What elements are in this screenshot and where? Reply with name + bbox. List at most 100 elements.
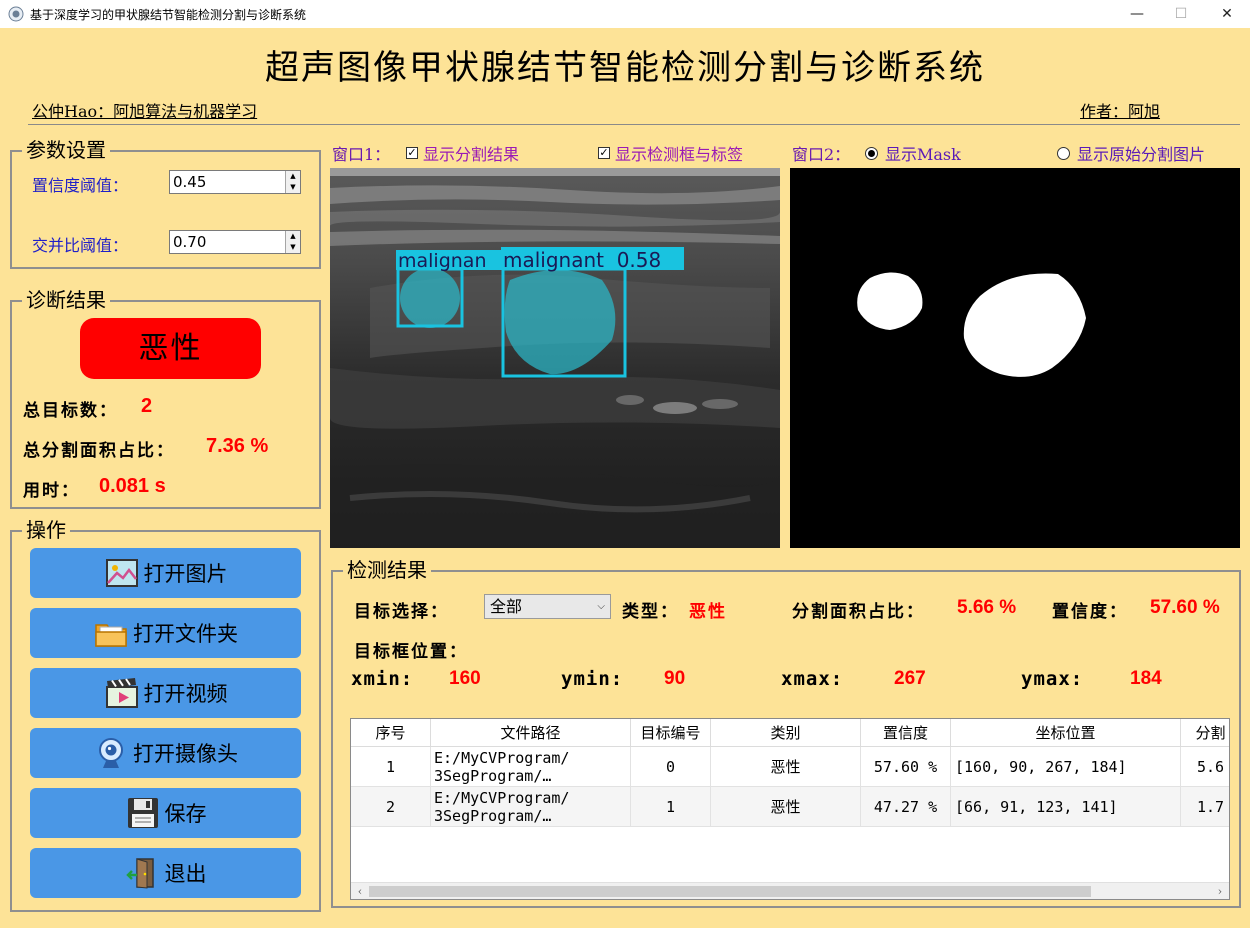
public-account-label: 公仲Hao：阿旭算法与机器学习 xyxy=(32,102,258,121)
area-label: 分割面积占比： xyxy=(792,602,925,622)
horizontal-scrollbar[interactable]: ‹ › xyxy=(351,882,1229,899)
scroll-right-icon[interactable]: › xyxy=(1212,884,1228,899)
area-ratio-value: 7.36 % xyxy=(206,435,269,457)
column-header-index[interactable]: 序号 xyxy=(351,719,431,747)
target-select-label: 目标选择： xyxy=(354,602,449,622)
mask-image xyxy=(790,168,1240,548)
open-camera-button[interactable]: 打开摄像头 xyxy=(30,728,301,778)
maximize-button[interactable]: ☐ xyxy=(1158,0,1204,28)
xmin-value: 160 xyxy=(449,668,481,689)
open-image-label: 打开图片 xyxy=(143,562,228,586)
table-row-1-confidence[interactable]: 57.60 % xyxy=(861,747,951,787)
show-original-radio-icon[interactable] xyxy=(1057,146,1070,160)
path-line-2: 3SegProgram/… xyxy=(434,806,552,825)
show-mask-label: 显示Mask xyxy=(885,145,961,164)
detection-title: 检测结果 xyxy=(343,558,431,582)
time-value: 0.081 s xyxy=(99,475,166,497)
show-seg-label: 显示分割结果 xyxy=(423,145,520,164)
table-row-2-path[interactable]: E:/MyCVProgram/ 3SegProgram/… xyxy=(431,787,631,827)
chevron-down-icon: ⌵ xyxy=(597,601,605,612)
show-original-label: 显示原始分割图片 xyxy=(1077,145,1206,164)
box-label-2: malignant 0.58 xyxy=(503,248,661,272)
show-seg-checkbox[interactable]: ✓ 显示分割结果 xyxy=(406,141,519,165)
table-row-1-target-id[interactable]: 0 xyxy=(631,747,711,787)
confidence-spinbox[interactable]: 0.45 ▲ ▼ xyxy=(169,170,301,194)
ultrasound-image: malignan malignant 0.58 xyxy=(330,168,780,548)
open-video-button[interactable]: 打开视频 xyxy=(30,668,301,718)
open-video-label: 打开视频 xyxy=(143,682,228,706)
minimize-button[interactable]: — xyxy=(1114,0,1160,28)
iou-spinbox[interactable]: 0.70 ▲ ▼ xyxy=(169,230,301,254)
confidence-value: 0.45 xyxy=(173,173,207,191)
app-icon xyxy=(8,6,24,22)
open-camera-label: 打开摄像头 xyxy=(133,742,238,766)
image-icon xyxy=(104,555,140,591)
open-folder-button[interactable]: 打开文件夹 xyxy=(30,608,301,658)
floppy-disk-icon xyxy=(125,795,161,831)
table-row-2-index[interactable]: 2 xyxy=(351,787,431,827)
table-row-2-seg[interactable]: 1.7 xyxy=(1181,787,1229,827)
column-header-confidence[interactable]: 置信度 xyxy=(861,719,951,747)
ymax-label: ymax: xyxy=(1021,668,1084,690)
column-header-path[interactable]: 文件路径 xyxy=(431,719,631,747)
area-ratio-label: 总分割面积占比： xyxy=(23,441,175,461)
path-line-1: E:/MyCVProgram/ xyxy=(434,788,570,807)
column-header-target-id[interactable]: 目标编号 xyxy=(631,719,711,747)
results-table[interactable]: 序号 文件路径 目标编号 类别 置信度 坐标位置 分割 1 E:/MyCVPro… xyxy=(350,718,1230,900)
diagnosis-result-badge: 恶性 xyxy=(80,318,261,379)
show-mask-radio-icon[interactable] xyxy=(865,146,878,160)
show-mask-radio[interactable]: 显示Mask xyxy=(865,141,961,165)
page-title: 超声图像甲状腺结节智能检测分割与诊断系统 xyxy=(265,48,985,88)
xmax-label: xmax: xyxy=(781,668,844,690)
type-value: 恶性 xyxy=(689,602,727,622)
close-button[interactable]: ✕ xyxy=(1204,0,1250,28)
target-select-value: 全部 xyxy=(490,597,523,616)
column-header-seg[interactable]: 分割 xyxy=(1181,719,1229,747)
author-label: 作者：阿旭 xyxy=(1080,102,1161,121)
scrollbar-thumb[interactable] xyxy=(369,886,1091,897)
time-label: 用时： xyxy=(23,481,80,501)
iou-value: 0.70 xyxy=(173,233,207,251)
box-position-label: 目标框位置： xyxy=(354,642,468,662)
column-header-class[interactable]: 类别 xyxy=(711,719,861,747)
table-row-2-class[interactable]: 恶性 xyxy=(711,787,861,827)
save-label: 保存 xyxy=(164,802,207,826)
show-box-checkbox[interactable]: ✓ 显示检测框与标签 xyxy=(598,141,743,165)
table-row-1-seg[interactable]: 5.6 xyxy=(1181,747,1229,787)
confidence-label: 置信度阈值： xyxy=(32,176,129,195)
table-row-2-target-id[interactable]: 1 xyxy=(631,787,711,827)
scroll-left-icon[interactable]: ‹ xyxy=(352,884,368,899)
xmax-value: 267 xyxy=(894,668,926,689)
table-row-1-coords[interactable]: [160, 90, 267, 184] xyxy=(951,747,1181,787)
table-row-2-confidence[interactable]: 47.27 % xyxy=(861,787,951,827)
open-image-button[interactable]: 打开图片 xyxy=(30,548,301,598)
window2-label: 窗口2： xyxy=(792,145,851,164)
confidence-stepper[interactable]: ▲ ▼ xyxy=(285,171,300,193)
exit-label: 退出 xyxy=(164,862,207,886)
show-box-label: 显示检测框与标签 xyxy=(615,145,744,164)
table-row-1-path[interactable]: E:/MyCVProgram/ 3SegProgram/… xyxy=(431,747,631,787)
webcam-icon xyxy=(93,735,129,771)
operations-title: 操作 xyxy=(22,518,70,542)
column-header-coords[interactable]: 坐标位置 xyxy=(951,719,1181,747)
type-label: 类型： xyxy=(622,602,679,622)
window1-label: 窗口1： xyxy=(332,145,391,164)
show-seg-check-icon[interactable]: ✓ xyxy=(406,147,418,159)
table-row-1-index[interactable]: 1 xyxy=(351,747,431,787)
iou-stepper[interactable]: ▲ ▼ xyxy=(285,231,300,253)
target-select-dropdown[interactable]: 全部 ⌵ xyxy=(484,594,611,619)
path-line-1: E:/MyCVProgram/ xyxy=(434,748,570,767)
ymin-label: ymin: xyxy=(561,668,624,690)
exit-button[interactable]: 退出 xyxy=(30,848,301,898)
save-button[interactable]: 保存 xyxy=(30,788,301,838)
diagnosis-title: 诊断结果 xyxy=(22,288,110,312)
table-row-1-class[interactable]: 恶性 xyxy=(711,747,861,787)
header-divider xyxy=(28,124,1240,125)
box-label-1: malignan xyxy=(398,250,487,272)
exit-door-icon xyxy=(125,855,161,891)
table-row-2-coords[interactable]: [66, 91, 123, 141] xyxy=(951,787,1181,827)
params-title: 参数设置 xyxy=(22,138,110,162)
area-value: 5.66 % xyxy=(957,597,1017,618)
show-box-check-icon[interactable]: ✓ xyxy=(598,147,610,159)
show-original-radio[interactable]: 显示原始分割图片 xyxy=(1057,141,1205,165)
